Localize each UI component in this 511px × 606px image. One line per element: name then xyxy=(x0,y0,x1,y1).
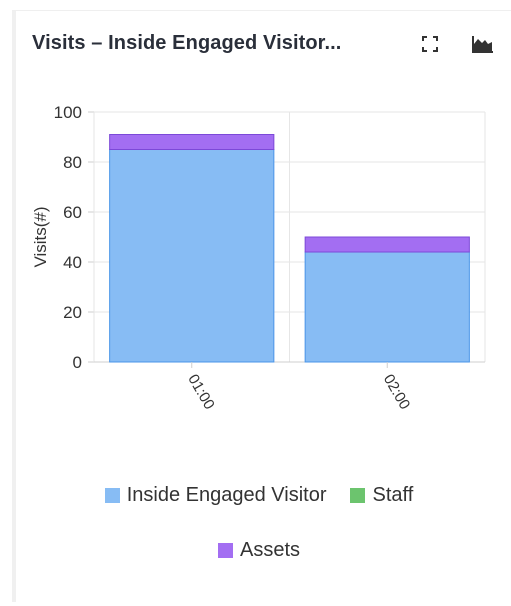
y-tick-label: 100 xyxy=(54,103,82,122)
widget-card: Visits – Inside Engaged Visitor... 0 20 40… xyxy=(0,0,511,606)
legend-row-1: Inside Engaged Visitor Staff xyxy=(16,484,502,507)
legend-label-staff: Staff xyxy=(372,484,414,506)
area-chart-icon[interactable] xyxy=(470,32,494,56)
legend-swatch-inside-engaged-visitor xyxy=(104,488,120,503)
chart-area: 0 20 40 60 80 100 01:00 02:00 Visits(#) xyxy=(16,96,502,456)
y-tick-label: 40 xyxy=(63,253,82,272)
y-tick-label: 20 xyxy=(63,303,82,322)
bar-segment xyxy=(304,251,470,363)
chart-legend: Inside Engaged Visitor Staff Assets xyxy=(16,484,502,594)
legend-swatch-assets xyxy=(217,543,233,558)
y-tick-label: 0 xyxy=(73,353,82,372)
widget-header: Visits – Inside Engaged Visitor... xyxy=(32,28,502,60)
expand-icon-glyph xyxy=(422,36,438,52)
legend-item-assets[interactable]: Assets xyxy=(217,539,301,562)
legend-item-staff[interactable]: Staff xyxy=(350,484,413,507)
legend-item-inside-engaged-visitor[interactable]: Inside Engaged Visitor xyxy=(104,484,327,507)
widget-title: Visits – Inside Engaged Visitor... xyxy=(32,32,342,54)
area-chart-icon-glyph xyxy=(472,36,493,53)
y-axis-title: Visits(#) xyxy=(31,206,50,267)
legend-label-inside-engaged-visitor: Inside Engaged Visitor xyxy=(126,484,327,506)
stacked-bar-chart: 0 20 40 60 80 100 01:00 02:00 Visits(#) xyxy=(31,103,486,413)
legend-row-2: Assets xyxy=(16,539,502,562)
legend-swatch-staff xyxy=(350,488,366,503)
x-tick-label: 02:00 xyxy=(380,372,413,413)
expand-icon[interactable] xyxy=(418,32,442,56)
card-top-border xyxy=(12,10,511,11)
y-tick-label: 80 xyxy=(63,153,82,172)
legend-label-assets: Assets xyxy=(239,539,301,561)
x-tick-label: 01:00 xyxy=(184,372,217,413)
bar-segment xyxy=(304,236,470,253)
y-tick-label: 60 xyxy=(63,203,82,222)
bar-segment xyxy=(109,149,275,363)
bar-segment xyxy=(109,134,275,150)
